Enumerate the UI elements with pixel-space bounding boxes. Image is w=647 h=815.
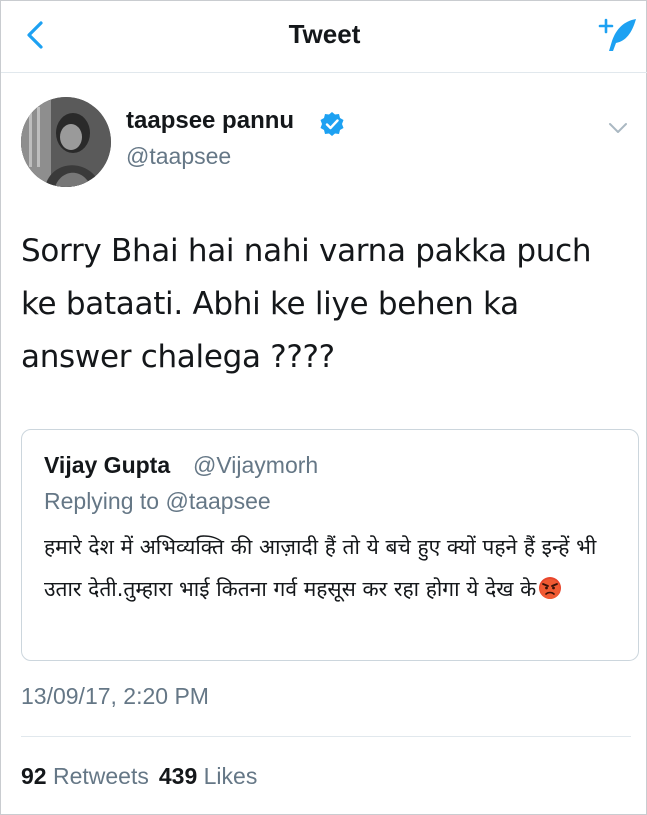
- quoted-author-name: Vijay Gupta: [44, 452, 171, 478]
- retweets-count: 92: [21, 763, 47, 789]
- replying-to-label: Replying to: [44, 488, 160, 514]
- quoted-tweet-card[interactable]: Vijay Gupta @Vijaymorh Replying to @taap…: [21, 429, 639, 661]
- engagement-stats: 92 Retweets 439 Likes: [21, 763, 257, 790]
- retweets-label: Retweets: [52, 763, 149, 789]
- author-handle[interactable]: @taapsee: [126, 143, 231, 170]
- tweet-screen: Tweet taapsee pannu @taapsee Sorry Bhai …: [0, 0, 647, 815]
- likes-stat[interactable]: 439 Likes: [159, 763, 257, 789]
- author-name[interactable]: taapsee pannu: [126, 107, 294, 135]
- replying-to: Replying to @taapsee: [44, 488, 271, 515]
- tweet-menu-button[interactable]: [607, 117, 629, 139]
- tweet-text: Sorry Bhai hai nahi varna pakka puch ke …: [21, 233, 592, 375]
- replying-to-handle[interactable]: @taapsee: [165, 488, 270, 514]
- compose-tweet-button[interactable]: [596, 13, 642, 59]
- profile-photo: [21, 97, 111, 187]
- verified-badge-icon: [319, 111, 345, 137]
- compose-feather-icon: [598, 18, 636, 51]
- tweet-timestamp: 13/09/17, 2:20 PM: [21, 683, 209, 709]
- tweet-author[interactable]: taapsee pannu @taapsee: [21, 97, 631, 193]
- likes-count: 439: [158, 763, 198, 789]
- quoted-author-handle: @Vijaymorh: [193, 452, 319, 478]
- retweets-stat[interactable]: 92 Retweets: [21, 763, 149, 789]
- top-nav-bar: Tweet: [1, 1, 647, 73]
- quoted-tweet-body: हमारे देश में अभिव्यक्ति की आज़ादी हैं त…: [44, 535, 597, 601]
- quoted-tweet-text: हमारे देश में अभिव्यक्ति की आज़ादी हैं त…: [44, 526, 624, 610]
- angry-face-icon: [538, 572, 562, 599]
- avatar[interactable]: [21, 97, 111, 187]
- chevron-down-icon: [609, 123, 627, 133]
- divider: [21, 736, 631, 737]
- page-title: Tweet: [288, 19, 361, 49]
- likes-label: Likes: [203, 763, 258, 789]
